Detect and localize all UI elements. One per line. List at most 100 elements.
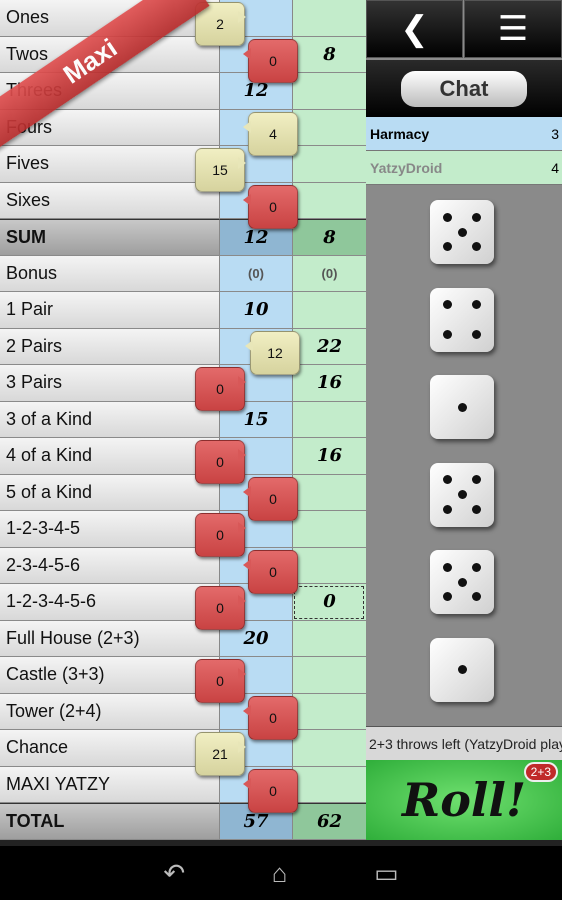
die-pip	[442, 329, 452, 339]
die[interactable]	[430, 287, 494, 352]
die-pip	[472, 242, 482, 252]
row-label: Full House (2+3)	[0, 620, 219, 657]
die-pip	[472, 212, 482, 222]
die-pip	[442, 504, 452, 514]
player2-cell[interactable]	[292, 0, 366, 37]
zero-score-bubble[interactable]: 0	[195, 659, 246, 703]
player2-cell[interactable]	[292, 109, 366, 146]
nav-back-icon[interactable]: ↶	[163, 858, 185, 889]
row-label: 1 Pair	[0, 292, 219, 329]
row-label: TOTAL	[0, 803, 219, 840]
die-pip	[442, 212, 452, 222]
score-row: 2 Pairs 22	[0, 328, 366, 365]
die-pip	[442, 242, 452, 252]
player2-cell[interactable]: 16	[292, 438, 366, 475]
zero-score-bubble[interactable]: 0	[243, 549, 298, 594]
die-pip	[457, 402, 467, 412]
player2-cell[interactable]	[292, 401, 366, 438]
player2-cell[interactable]	[292, 182, 366, 219]
menu-button[interactable]: ☰	[464, 0, 562, 58]
die-pip	[442, 592, 452, 602]
chat-button[interactable]: Chat	[401, 70, 527, 107]
zero-score-bubble[interactable]: 0	[243, 476, 298, 521]
row-label: 3 Pairs	[0, 365, 219, 402]
score-row: 5 of a Kind	[0, 474, 366, 511]
player2-cell[interactable]	[292, 730, 366, 767]
roll-button[interactable]: Roll! 2+3	[366, 760, 562, 840]
score-row: MAXI YATZY	[0, 766, 366, 803]
player2-cell[interactable]	[292, 766, 366, 803]
player2-cell[interactable]: 16	[292, 365, 366, 402]
die-pip	[457, 490, 467, 499]
zero-score-bubble[interactable]: 0	[243, 38, 298, 83]
die-pip	[472, 329, 482, 339]
player2-cell[interactable]: 0	[292, 584, 366, 621]
player2-cell[interactable]	[292, 693, 366, 730]
player1-cell: (0)	[219, 255, 292, 292]
row-label: Castle (3+3)	[0, 657, 219, 694]
list-menu-icon: ☰	[497, 10, 529, 48]
die-pip	[457, 227, 467, 237]
score-row: Fives	[0, 146, 366, 183]
throws-badge: 2+3	[523, 762, 558, 782]
zero-score-bubble[interactable]: 0	[195, 367, 246, 411]
player2-cell[interactable]: 22	[292, 328, 366, 365]
die-pip	[457, 577, 467, 587]
score-row: 2-3-4-5-6	[0, 547, 366, 584]
player-score: 3	[551, 125, 559, 142]
row-label: 2-3-4-5-6	[0, 547, 219, 584]
row-label: 1-2-3-4-5-6	[0, 584, 219, 621]
nav-recents-icon[interactable]: ▭	[374, 858, 399, 889]
player2-cell[interactable]: 8	[292, 36, 366, 73]
player2-cell[interactable]	[292, 657, 366, 694]
row-label: 4 of a Kind	[0, 438, 219, 475]
zero-score-bubble[interactable]: 0	[243, 184, 298, 229]
die-pip	[472, 300, 482, 310]
player2-cell[interactable]	[292, 620, 366, 657]
player2-cell[interactable]	[292, 511, 366, 548]
die[interactable]	[430, 637, 494, 702]
score-row: 1 Pair 10	[0, 292, 366, 329]
score-row: Sixes	[0, 182, 366, 219]
row-label: Tower (2+4)	[0, 693, 219, 730]
player2-cell: 62	[292, 803, 366, 840]
zero-score-bubble[interactable]: 0	[243, 768, 298, 813]
possible-score-bubble[interactable]: 21	[195, 732, 246, 776]
player1-cell[interactable]: 10	[219, 292, 292, 329]
score-row: 1-2-3-4-5	[0, 511, 366, 548]
possible-score-bubble[interactable]: 15	[195, 148, 246, 192]
row-label: SUM	[0, 219, 219, 256]
score-row: 4 of a Kind 16	[0, 438, 366, 475]
player2-cell[interactable]	[292, 73, 366, 110]
score-row: Castle (3+3)	[0, 657, 366, 694]
player2-cell[interactable]	[292, 292, 366, 329]
possible-score-bubble[interactable]: 4	[243, 111, 298, 156]
side-panel: ❮ ☰ Chat Harmacy 3 YatzyDroid 4 2+3 throws…	[366, 0, 562, 840]
chat-bar: Chat	[366, 60, 562, 117]
score-row: Bonus (0) (0)	[0, 255, 366, 292]
zero-score-bubble[interactable]: 0	[195, 440, 246, 484]
player-name: YatzyDroid	[370, 159, 443, 176]
die[interactable]	[430, 375, 494, 439]
die[interactable]	[430, 462, 494, 527]
zero-score-bubble[interactable]: 0	[195, 513, 246, 557]
die-pip	[472, 475, 482, 485]
back-arrow-icon: ❮	[400, 10, 429, 48]
system-nav-bar: ↶ ⌂ ▭	[0, 840, 562, 900]
possible-score-bubble[interactable]: 12	[245, 330, 300, 375]
player2-cell[interactable]	[292, 547, 366, 584]
back-button[interactable]: ❮	[366, 0, 463, 58]
score-row: Fours	[0, 109, 366, 146]
die[interactable]	[430, 550, 494, 614]
score-row: Chance	[0, 730, 366, 767]
die-pip	[442, 300, 452, 310]
zero-score-bubble[interactable]: 0	[243, 695, 298, 740]
row-label: Chance	[0, 730, 219, 767]
die[interactable]	[430, 200, 494, 264]
player2-cell[interactable]	[292, 146, 366, 183]
zero-score-bubble[interactable]: 0	[195, 586, 246, 630]
player-score: 4	[551, 159, 559, 176]
score-board: OnesTwos8Threes12FoursFivesSixesSUM128Bo…	[0, 0, 366, 840]
player2-cell[interactable]	[292, 474, 366, 511]
nav-home-icon[interactable]: ⌂	[272, 858, 288, 889]
